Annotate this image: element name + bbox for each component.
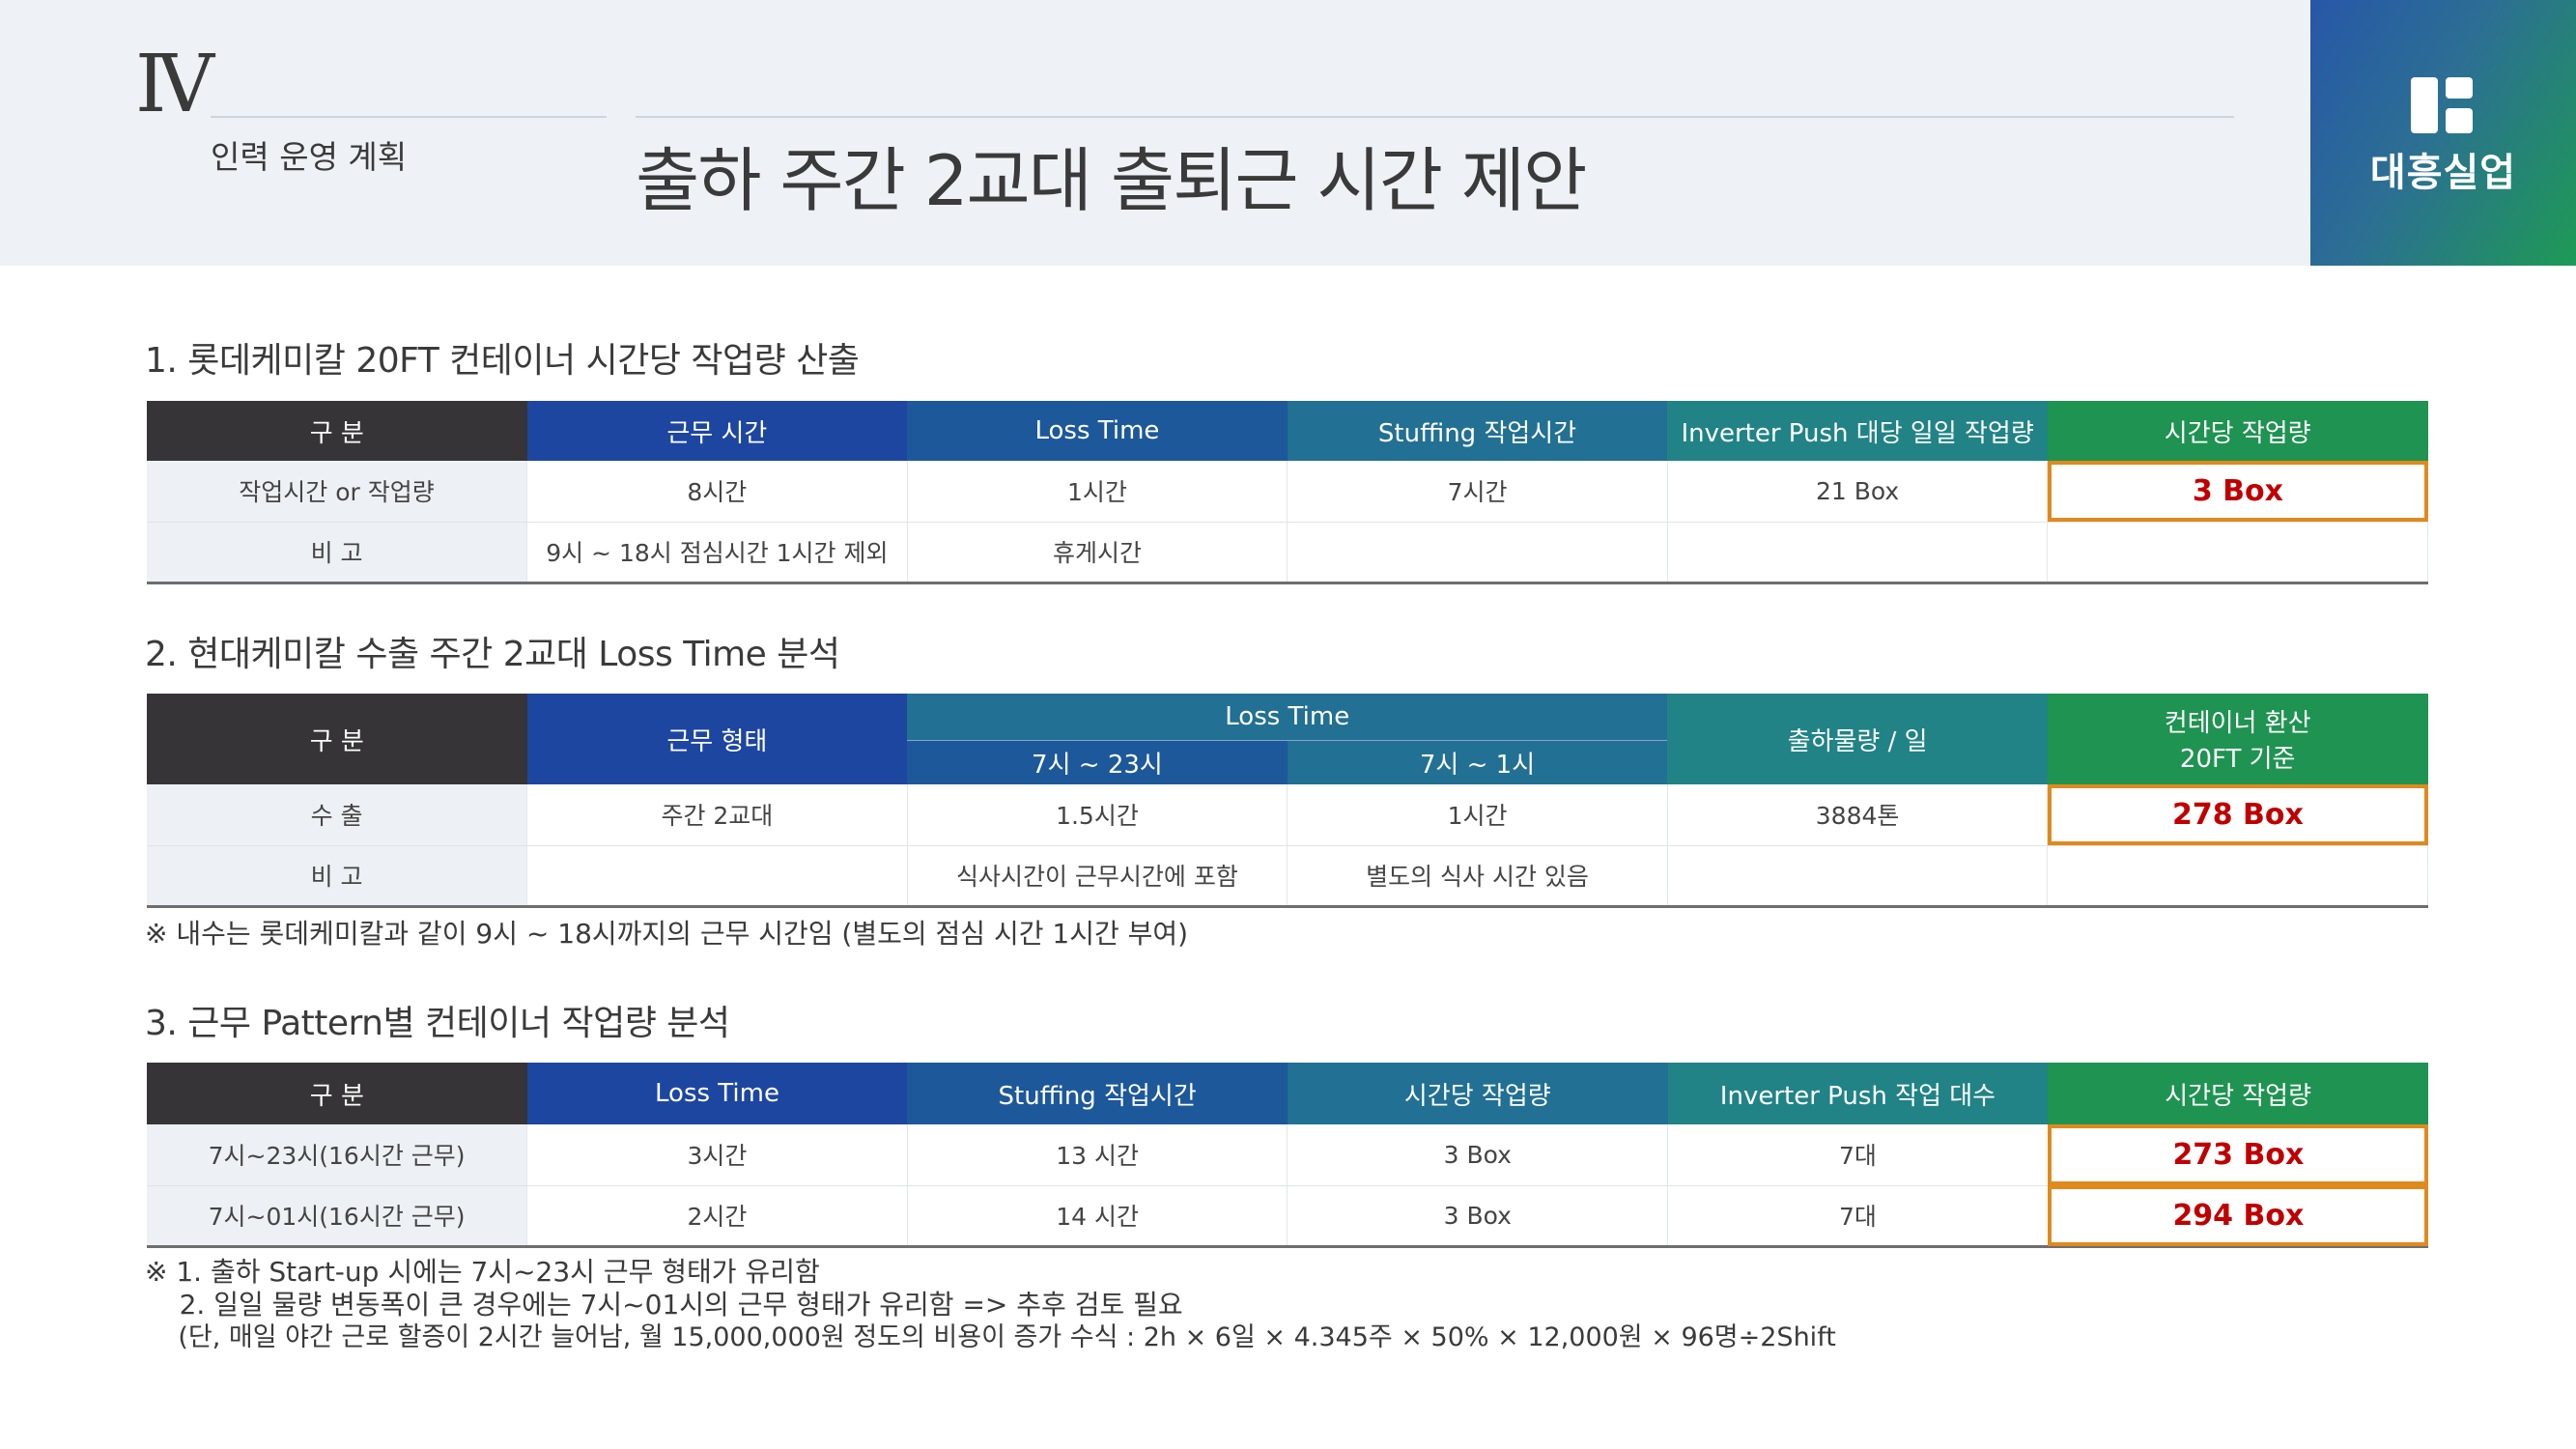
- table-header-row: 구 분 Loss Time Stuffing 작업시간 시간당 작업량 Inve…: [147, 1063, 2428, 1124]
- row-label: 비 고: [147, 522, 528, 584]
- table-cell: 7시간: [1287, 461, 1668, 523]
- table-cell: 1.5시간: [907, 784, 1288, 846]
- table-cell: 7대: [1667, 1185, 2049, 1248]
- table-cell: 3884톤: [1667, 784, 2049, 846]
- logo-box: 대흥실업: [2310, 0, 2576, 266]
- row-label: 비 고: [147, 845, 528, 908]
- section2-heading: 2. 현대케미칼 수출 주간 2교대 Loss Time 분석: [145, 635, 840, 674]
- section3-heading: 3. 근무 Pattern별 컨테이너 작업량 분석: [145, 1004, 730, 1043]
- highlight-cell: 294 Box: [2048, 1185, 2428, 1248]
- section2-note: ※ 내수는 롯데케미칼과 같이 9시 ~ 18시까지의 근무 시간임 (별도의 …: [145, 918, 1189, 950]
- column-header: 구 분: [147, 401, 527, 461]
- column-header: Stuffing 작업시간: [1287, 401, 1668, 461]
- section1-table: 구 분 근무 시간 Loss Time Stuffing 작업시간 Invert…: [147, 401, 2428, 584]
- highlight-cell: 273 Box: [2048, 1124, 2428, 1186]
- table-cell: 식사시간이 근무시간에 포함: [907, 845, 1288, 908]
- table-cell: 1시간: [1287, 784, 1668, 846]
- column-header: 시간당 작업량: [2048, 1063, 2428, 1124]
- column-subheader: 7시 ~ 1시: [1287, 739, 1668, 784]
- column-header: 시간당 작업량: [2047, 401, 2428, 461]
- daeheung-logo-icon: [2411, 77, 2473, 133]
- table-cell: [2047, 845, 2428, 908]
- table-cell: [1667, 522, 2049, 584]
- table-cell: 주간 2교대: [526, 784, 908, 846]
- column-header: 근무 형태: [526, 694, 908, 784]
- column-header: 시간당 작업량: [1287, 1063, 1668, 1124]
- table-row: 비 고 식사시간이 근무시간에 포함 별도의 식사 시간 있음: [147, 845, 2428, 908]
- section-divider: [211, 116, 607, 118]
- column-header: Loss Time: [907, 694, 1668, 740]
- note-line: 2. 일일 물량 변동폭이 큰 경우에는 7시~01시의 근무 형태가 유리함 …: [145, 1289, 1183, 1321]
- table-cell: 13 시간: [907, 1124, 1288, 1186]
- table-cell: 2시간: [526, 1185, 908, 1248]
- section2-table: 구 분 근무 형태 Loss Time 출하물량 / 일 컨테이너 환산 20F…: [147, 694, 2428, 908]
- column-header: 컨테이너 환산 20FT 기준: [2047, 694, 2428, 784]
- row-label: 작업시간 or 작업량: [147, 461, 528, 523]
- table-cell: 별도의 식사 시간 있음: [1287, 845, 1668, 908]
- table-cell: [526, 845, 908, 908]
- column-header-line: 20FT 기준: [2179, 745, 2296, 774]
- table-row: 7시~01시(16시간 근무) 2시간 14 시간 3 Box 7대 294 B…: [147, 1185, 2428, 1248]
- table-cell: 9시 ~ 18시 점심시간 1시간 제외: [526, 522, 908, 584]
- column-header: 근무 시간: [526, 401, 908, 461]
- table-cell: 7대: [1667, 1124, 2049, 1186]
- row-label: 7시~01시(16시간 근무): [147, 1185, 528, 1248]
- table-cell: 8시간: [526, 461, 908, 523]
- column-header: 구 분: [147, 1063, 527, 1124]
- table-cell: 휴게시간: [907, 522, 1288, 584]
- table-cell: 3 Box: [1287, 1185, 1669, 1248]
- note-line: (단, 매일 야간 근로 할증이 2시간 늘어남, 월 15,000,000원 …: [145, 1322, 1836, 1352]
- chapter-number: Ⅳ: [135, 39, 214, 130]
- note-line: ※ 1. 출하 Start-up 시에는 7시~23시 근무 형태가 유리함: [145, 1256, 820, 1288]
- column-header: Loss Time: [907, 401, 1288, 461]
- table-row: 수 출 주간 2교대 1.5시간 1시간 3884톤 278 Box: [147, 784, 2428, 846]
- table-cell: [1667, 845, 2049, 908]
- column-header: 출하물량 / 일: [1667, 694, 2048, 784]
- table-header-row: 구 분 근무 형태 Loss Time 출하물량 / 일 컨테이너 환산 20F…: [147, 694, 2428, 784]
- title-divider: [636, 116, 2234, 118]
- section3-table: 구 분 Loss Time Stuffing 작업시간 시간당 작업량 Inve…: [147, 1063, 2428, 1248]
- table-row: 7시~23시(16시간 근무) 3시간 13 시간 3 Box 7대 273 B…: [147, 1124, 2428, 1186]
- table-cell: 3시간: [526, 1124, 908, 1186]
- row-label: 수 출: [147, 784, 528, 846]
- column-header: Inverter Push 작업 대수: [1667, 1063, 2049, 1124]
- row-label: 7시~23시(16시간 근무): [147, 1124, 528, 1186]
- table-cell: 14 시간: [907, 1185, 1288, 1248]
- table-cell: 1시간: [907, 461, 1288, 523]
- table-cell: [1287, 522, 1668, 584]
- table-cell: [2047, 522, 2428, 584]
- column-header-line: 컨테이너 환산: [2164, 709, 2311, 738]
- column-header: Stuffing 작업시간: [907, 1063, 1288, 1124]
- column-header: Inverter Push 대당 일일 작업량: [1667, 401, 2048, 461]
- table-row: 비 고 9시 ~ 18시 점심시간 1시간 제외 휴게시간: [147, 522, 2428, 584]
- section1-heading: 1. 롯데케미칼 20FT 컨테이너 시간당 작업량 산출: [145, 341, 860, 381]
- column-header: 구 분: [147, 694, 527, 784]
- table-header-row: 구 분 근무 시간 Loss Time Stuffing 작업시간 Invert…: [147, 401, 2428, 461]
- table-cell: 21 Box: [1667, 461, 2049, 523]
- table-row: 작업시간 or 작업량 8시간 1시간 7시간 21 Box 3 Box: [147, 461, 2428, 523]
- column-header: Loss Time: [526, 1063, 908, 1124]
- highlight-cell: 278 Box: [2047, 784, 2428, 846]
- section-label: 인력 운영 계획: [211, 138, 408, 176]
- section3-notes: ※ 1. 출하 Start-up 시에는 7시~23시 근무 형태가 유리함 2…: [145, 1256, 1836, 1354]
- logo-text: 대흥실업: [2369, 151, 2517, 195]
- highlight-cell: 3 Box: [2047, 461, 2428, 523]
- column-subheader: 7시 ~ 23시: [907, 739, 1288, 784]
- table-cell: 3 Box: [1287, 1124, 1669, 1186]
- page-title: 출하 주간 2교대 출퇴근 시간 제안: [636, 140, 1587, 221]
